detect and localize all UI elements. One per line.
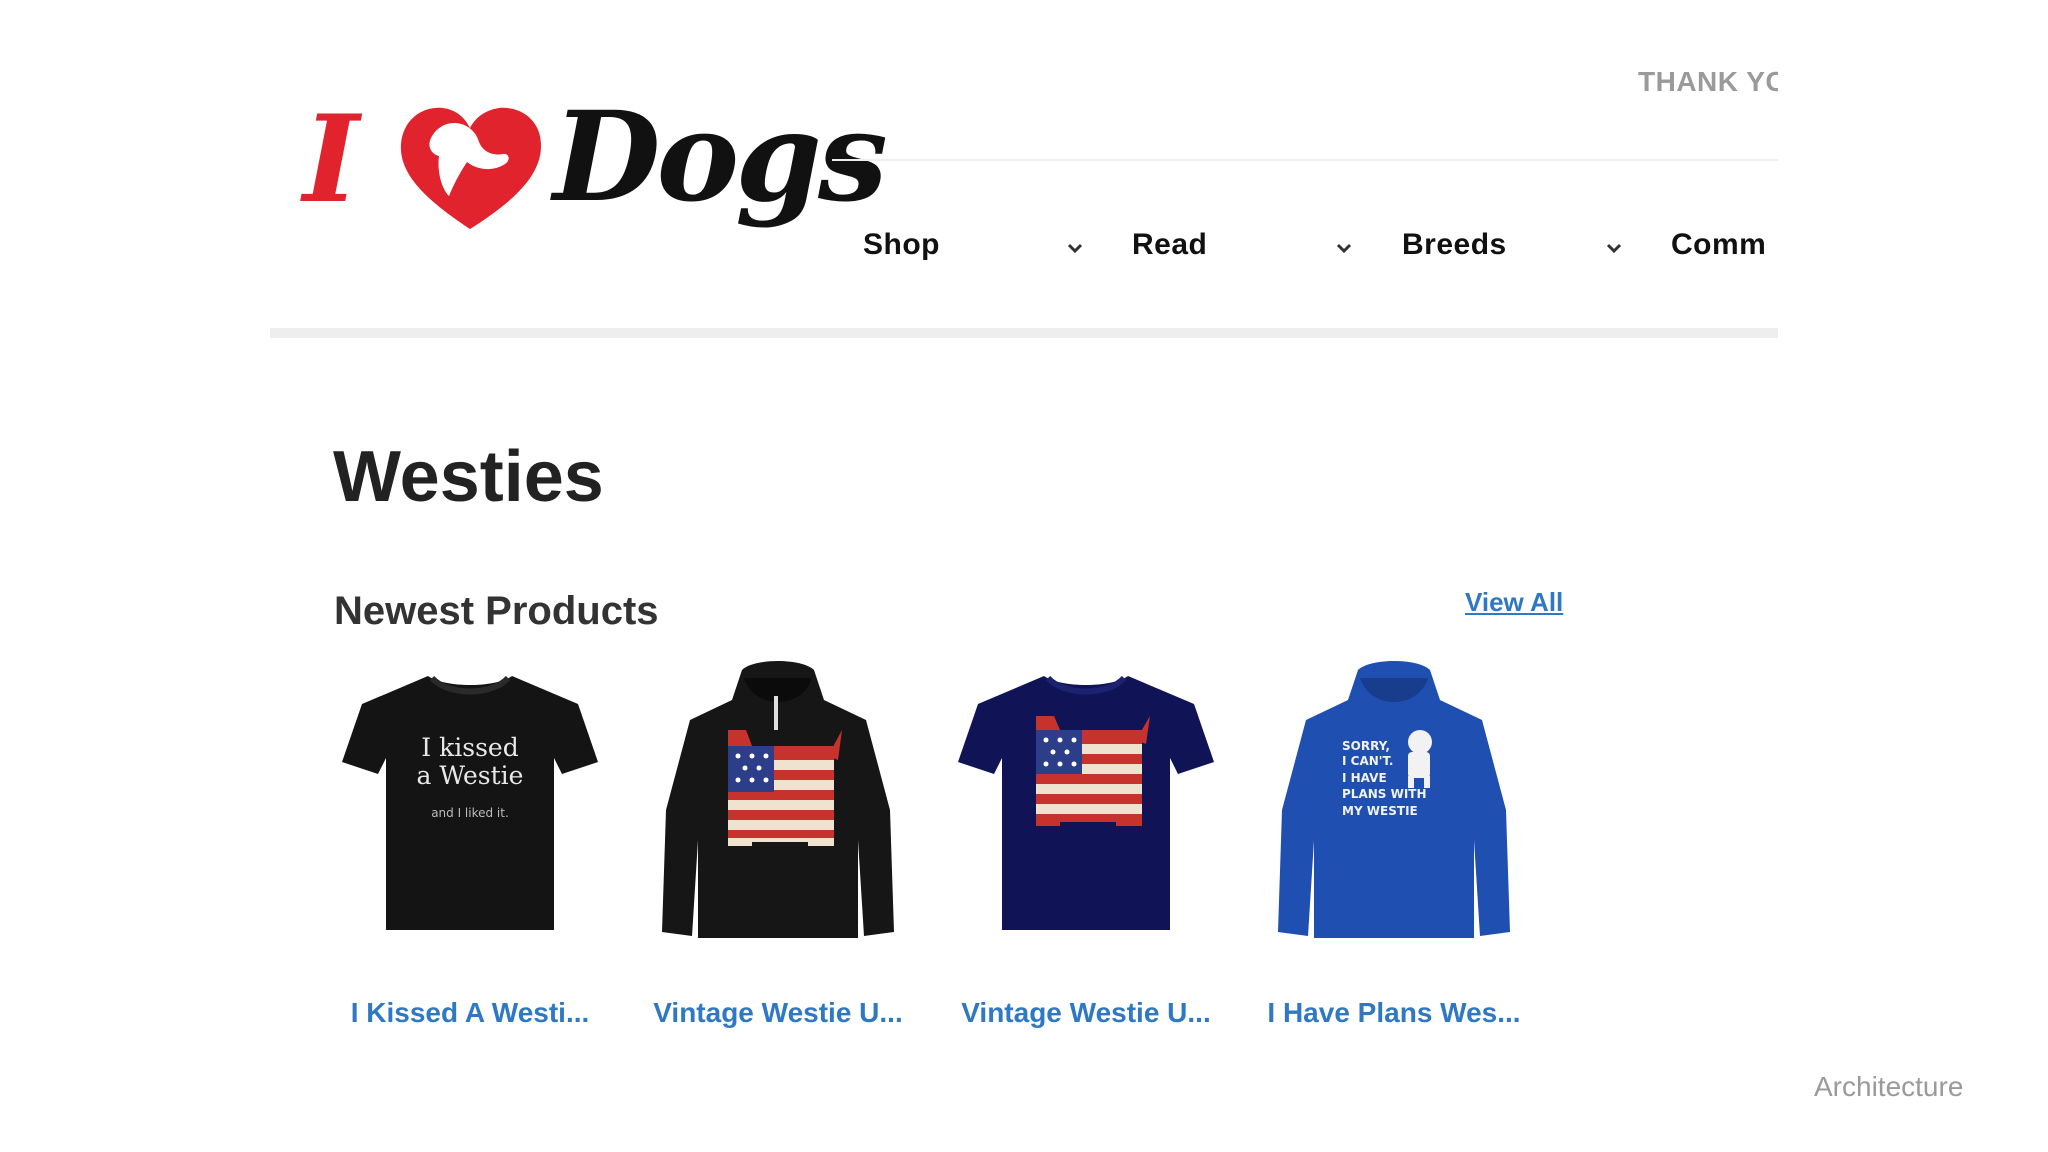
- print-text: I kissed: [421, 733, 518, 762]
- product-card[interactable]: Vintage Westie U...: [936, 660, 1236, 1028]
- nav-divider: [270, 328, 1778, 338]
- nav-item-shop[interactable]: Shop: [832, 222, 1101, 272]
- product-image: [958, 675, 1214, 930]
- chevron-down-icon: [1067, 243, 1083, 254]
- view-all-link[interactable]: View All: [1465, 587, 1563, 618]
- nav-item-label: Read: [1132, 228, 1208, 261]
- product-name: I Have Plans Wes...: [1267, 997, 1521, 1028]
- chevron-down-icon: [1606, 243, 1622, 254]
- watermark-label: Architecture: [1814, 1071, 1964, 1102]
- header-divider: [832, 159, 1778, 161]
- product-image: [662, 661, 894, 938]
- nav-item-read[interactable]: Read: [1101, 222, 1370, 272]
- main-nav: Shop Read Breeds Comm: [832, 222, 1778, 272]
- product-name: Vintage Westie U...: [653, 997, 903, 1028]
- product-card[interactable]: SORRY, I CAN'T. I HAVE PLANS WITH MY WES…: [1244, 660, 1544, 1028]
- product-image: SORRY, I CAN'T. I HAVE PLANS WITH MY WES…: [1278, 661, 1510, 938]
- product-card[interactable]: Vintage Westie U...: [628, 660, 928, 1028]
- page-title: Westies: [333, 437, 604, 517]
- product-name: Vintage Westie U...: [961, 997, 1211, 1028]
- nav-item-label: Shop: [863, 228, 940, 261]
- print-text: PLANS WITH: [1342, 787, 1427, 801]
- chevron-down-icon: [1336, 243, 1352, 254]
- print-text: a Westie: [417, 761, 524, 790]
- product-card[interactable]: I kissed a Westie and I liked it. I Kiss…: [320, 660, 620, 1028]
- nav-item-breeds[interactable]: Breeds: [1371, 222, 1640, 272]
- top-bar-link[interactable]: THANK YC: [1638, 66, 1778, 98]
- heart-dog-icon: [400, 107, 541, 229]
- print-text: SORRY,: [1342, 739, 1390, 753]
- print-text: I HAVE: [1342, 771, 1387, 785]
- nav-item-community[interactable]: Comm: [1640, 222, 1778, 272]
- site-logo[interactable]: I Dogs: [295, 89, 888, 270]
- logo-word-dogs: Dogs: [553, 85, 888, 230]
- product-name: I Kissed A Westi...: [350, 997, 590, 1028]
- product-image: I kissed a Westie and I liked it.: [342, 675, 598, 930]
- print-text: and I liked it.: [431, 806, 509, 820]
- logo-letter-i: I: [303, 89, 360, 230]
- nav-item-label: Comm: [1671, 228, 1767, 261]
- page: I Dogs THANK YC Shop Read Breeds Comm We…: [0, 0, 2048, 1152]
- section-title: Newest Products: [334, 589, 659, 633]
- print-text: I CAN'T.: [1342, 754, 1393, 768]
- print-text: MY WESTIE: [1342, 804, 1418, 818]
- nav-item-label: Breeds: [1402, 228, 1507, 261]
